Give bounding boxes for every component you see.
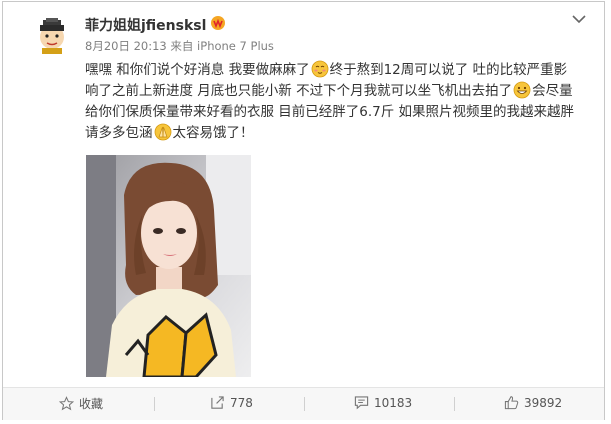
favorite-label: 收藏 <box>79 397 104 411</box>
post-text-part: 嘿嘿 和你们说个好消息 我要做麻麻了 <box>85 62 310 78</box>
repost-button[interactable]: 778 <box>210 395 253 410</box>
like-count: 39892 <box>524 395 563 410</box>
comment-button[interactable]: 10183 <box>354 395 412 410</box>
post-photo[interactable] <box>86 155 251 377</box>
username[interactable]: 菲力姐姐jfiensksl <box>85 15 206 35</box>
repost-icon <box>211 396 224 409</box>
vip-badge-icon <box>211 16 225 30</box>
like-button[interactable]: 39892 <box>504 395 562 410</box>
action-bar: 收藏 778 10183 39892 <box>3 387 604 420</box>
post-source: 来自 iPhone 7 Plus <box>170 39 274 53</box>
thumbs-up-icon <box>504 396 519 410</box>
post-text: 嘿嘿 和你们说个好消息 我要做麻麻了 终于熬到12周可以说了 吐的比较严重影响了之… <box>85 60 579 144</box>
comment-count: 10183 <box>374 395 413 410</box>
grin-emoji-icon <box>513 81 531 99</box>
hands-together-emoji-icon <box>154 123 171 141</box>
divider <box>304 397 305 411</box>
avatar[interactable] <box>34 18 70 54</box>
divider <box>154 397 155 411</box>
comment-icon <box>354 396 369 410</box>
post-meta: 8月20日 20:13 来自 iPhone 7 Plus <box>85 38 274 54</box>
post-time[interactable]: 8月20日 20:13 <box>85 39 167 53</box>
star-icon <box>59 396 74 411</box>
divider <box>454 397 455 411</box>
post-text-part: 太容易饿了！ <box>172 125 254 141</box>
blush-emoji-icon <box>311 60 328 78</box>
repost-count: 778 <box>230 395 253 410</box>
chevron-down-icon[interactable] <box>572 14 586 24</box>
favorite-button[interactable]: 收藏 <box>59 395 103 412</box>
